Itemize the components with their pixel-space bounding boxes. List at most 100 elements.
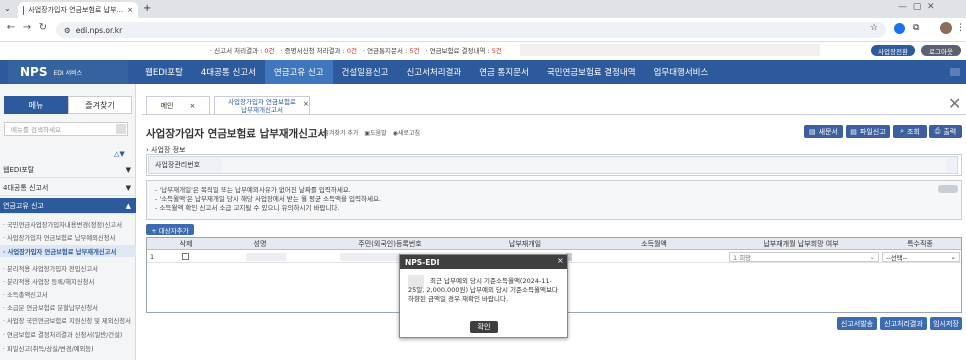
lnb-subitem[interactable]: · 연금보험료 결정처리결과 신청서(일반/건설) xyxy=(0,328,136,340)
notice-bar: · 신고서 처리결과 : 0건 · 증명서신청 처리결과 : 0건 · 연금통지… xyxy=(0,42,966,58)
biz-number-field xyxy=(222,158,946,172)
switch-workplace-button[interactable]: 사업장전환 xyxy=(871,45,915,56)
report-result-button[interactable]: 신고처리결과 xyxy=(880,317,927,330)
search-icon: ⌕ xyxy=(900,127,905,135)
puzzle-icon[interactable]: ⧉ xyxy=(913,23,919,33)
close-icon[interactable]: × xyxy=(127,6,133,14)
guide-box: - '납부재개일'은 복직일 또는 납부예외사유가 없어진 날짜를 입력하세요.… xyxy=(146,180,962,220)
gnb-item-construction[interactable]: 건설일용신고 xyxy=(333,60,398,84)
doc-icon: ▤ xyxy=(809,127,816,136)
file-icon: ▤ xyxy=(850,127,857,136)
gnb-item-notices[interactable]: 연금 통지문서 xyxy=(470,60,538,84)
notice-item[interactable]: · 연금통지문서 : 5건 xyxy=(363,45,419,55)
close-window-icon[interactable]: ✕ xyxy=(948,94,961,113)
tab-home[interactable]: 메인 × xyxy=(146,96,210,114)
resident-no-cell xyxy=(340,253,400,261)
guide-line: - 소득월액 확인 신고서 소급 고지될 수 있으니 유의하시기 바랍니다. xyxy=(155,204,340,212)
send-report-button[interactable]: 신고서발송 xyxy=(837,317,877,330)
favicon-icon xyxy=(23,5,25,15)
forward-icon[interactable]: → xyxy=(20,22,34,33)
search-button[interactable]: ⌕ 조회 xyxy=(893,125,927,138)
gnb-item-portal[interactable]: 웹EDI포탈 xyxy=(136,60,192,84)
star-icon[interactable]: ☆ xyxy=(870,23,878,33)
lnb-subitem[interactable]: · 사업장가입자 연금보험료 납부예외신청서 xyxy=(0,231,136,243)
col-income: 소득월액 xyxy=(641,240,667,248)
lnb-subitem[interactable]: · 파일신고(취득/상실/변경/예외등) xyxy=(0,342,136,354)
blurred-area xyxy=(520,44,820,56)
notice-item[interactable]: · 신고서 처리결과 : 0건 xyxy=(210,45,275,55)
tab-title: 사업장가입자 연금보험료 납부... xyxy=(28,6,124,14)
tab-divider xyxy=(142,114,966,115)
lnb-subitem[interactable]: · 소급분 연금보험료 분할납부신청서 xyxy=(0,301,136,313)
col-pay-hope: 납부재개월 납부희망 여부 xyxy=(763,240,839,248)
lnb-subitem-active[interactable]: · 사업장가입자 연금보험료 납부재개신고서 xyxy=(0,245,136,257)
lnb-section-common[interactable]: 4대공통 신고서 ▼ xyxy=(0,180,136,196)
lnb-subitem[interactable]: · 국민연금사업장가입자내용변경(정정)신고서 xyxy=(0,218,136,230)
col-name: 성명 xyxy=(253,240,267,248)
window-controls: — ▢ ✕ xyxy=(898,2,935,12)
chevron-down-icon: ▼ xyxy=(125,165,131,174)
url-text: edi.nps.or.kr xyxy=(75,25,123,35)
tab-list-icon[interactable]: ⌄ xyxy=(4,4,11,13)
print-button[interactable]: ⎙ 출력 xyxy=(929,125,962,138)
help-link[interactable]: ▣도움말 xyxy=(364,128,386,137)
fav-add-link[interactable]: ☆즐겨찾기 추가 xyxy=(318,128,358,137)
dialog-title: NPS-EDI xyxy=(400,255,567,269)
new-doc-button[interactable]: ▤ 새문서 xyxy=(804,125,843,138)
lnb-subitem[interactable]: · 분리적용 사업장가입자 전입신고서 xyxy=(0,262,136,274)
chevron-up-icon: ▲ xyxy=(125,201,131,210)
collapse-all-icon[interactable]: △▼ xyxy=(114,150,125,158)
notice-item[interactable]: · 증명서신청 처리결과 : 0건 xyxy=(281,45,357,55)
lnb-section-portal[interactable]: 웹EDI포탈 ▼ xyxy=(0,162,136,178)
reload-icon[interactable]: ↻ xyxy=(36,22,50,33)
close-icon[interactable]: × xyxy=(303,100,309,108)
gnb-scroll-icon[interactable] xyxy=(950,68,960,76)
confirm-button[interactable]: 확인 xyxy=(470,321,498,333)
lnb-subitem[interactable]: · 소득총액신고서 xyxy=(0,288,136,300)
gnb-item-results[interactable]: 신고서처리결과 xyxy=(397,60,470,84)
browser-tab[interactable]: 사업장가입자 연금보험료 납부... × xyxy=(18,2,138,18)
tab-menu[interactable]: 메뉴 xyxy=(4,96,68,114)
page-utils: ☆즐겨찾기 추가 ▣도움말 ◉새로고침 xyxy=(318,128,420,137)
back-icon[interactable]: ← xyxy=(4,22,18,33)
tab-favorites[interactable]: 즐겨찾기 xyxy=(68,96,132,114)
chevron-down-icon: ⌄ xyxy=(869,253,875,261)
new-tab-icon[interactable]: + xyxy=(143,3,151,14)
extension-icon[interactable] xyxy=(894,23,905,34)
refresh-link[interactable]: ◉새로고침 xyxy=(393,128,420,137)
notice-item[interactable]: · 연금보험료 결정내역 : 5건 xyxy=(425,45,501,55)
lnb-subitem[interactable]: · 사업장 국민연금보험료 지원신청 및 제외신청서 xyxy=(0,314,136,326)
dialog-message: 최근 납부예외 당시 기준소득월액(2024-11-25일, 2,000,000… xyxy=(408,277,558,303)
pay-hope-select[interactable]: 1 희망 ⌄ xyxy=(729,252,879,262)
gnb-item-common[interactable]: 4대공통 신고서 xyxy=(192,60,265,84)
close-icon: × xyxy=(189,101,196,110)
temp-save-button[interactable]: 임시저장 xyxy=(930,317,962,330)
alert-dialog: NPS-EDI × 최근 납부예외 당시 기준소득월액(2024-11-25일,… xyxy=(399,254,568,338)
menu-search-input[interactable]: 메뉴를 검색하세요 xyxy=(4,122,128,136)
file-report-button[interactable]: ▤ 파일신고 xyxy=(846,125,890,138)
add-target-button[interactable]: + 대상자추가 xyxy=(146,224,194,235)
print-icon: ⎙ xyxy=(934,127,941,135)
gnb-item-pension[interactable]: 연금고유 신고 xyxy=(264,60,333,84)
more-menu-icon[interactable]: ⋮ xyxy=(956,23,965,33)
site-info-icon[interactable]: ⚙ xyxy=(64,26,71,35)
lnb-subitem[interactable]: · 분리적용 사업장 등록/해지신청서 xyxy=(0,275,136,287)
lnb-section-pension[interactable]: 연금고유 신고 ▲ xyxy=(0,198,136,214)
delete-checkbox[interactable] xyxy=(182,253,189,260)
guide-line: - '납부재개일'은 복직일 또는 납부예외사유가 없어진 날짜를 입력하세요. xyxy=(155,186,351,194)
close-icon[interactable]: × xyxy=(557,256,564,265)
guide-scroll-icon[interactable] xyxy=(938,185,958,193)
address-bar[interactable]: ⚙ edi.nps.or.kr xyxy=(56,22,886,38)
col-resume-date: 납부재개일 xyxy=(508,240,542,248)
special-job-select[interactable]: --선택-- ⌄ xyxy=(882,252,960,262)
tab-current[interactable]: 사업장가입자 연금보험료 납부재개신고서 xyxy=(214,96,310,114)
avatar[interactable] xyxy=(940,22,952,34)
search-icon[interactable] xyxy=(116,124,126,134)
gnb-item-agency[interactable]: 업무대행서비스 xyxy=(645,60,718,84)
logout-button[interactable]: 로그아웃 xyxy=(921,45,961,56)
gnb-item-decision[interactable]: 국민연금보험료 결정내역 xyxy=(538,60,645,84)
guide-line: - '소득월액'은 납부재개일 당시 해당 사업장에서 받는 월 평균 소득액을… xyxy=(155,195,381,203)
chevron-down-icon: ⌄ xyxy=(950,253,956,261)
col-delete: 삭제 xyxy=(179,240,193,248)
nps-logo[interactable]: NPS EDI 서비스 xyxy=(8,60,128,84)
